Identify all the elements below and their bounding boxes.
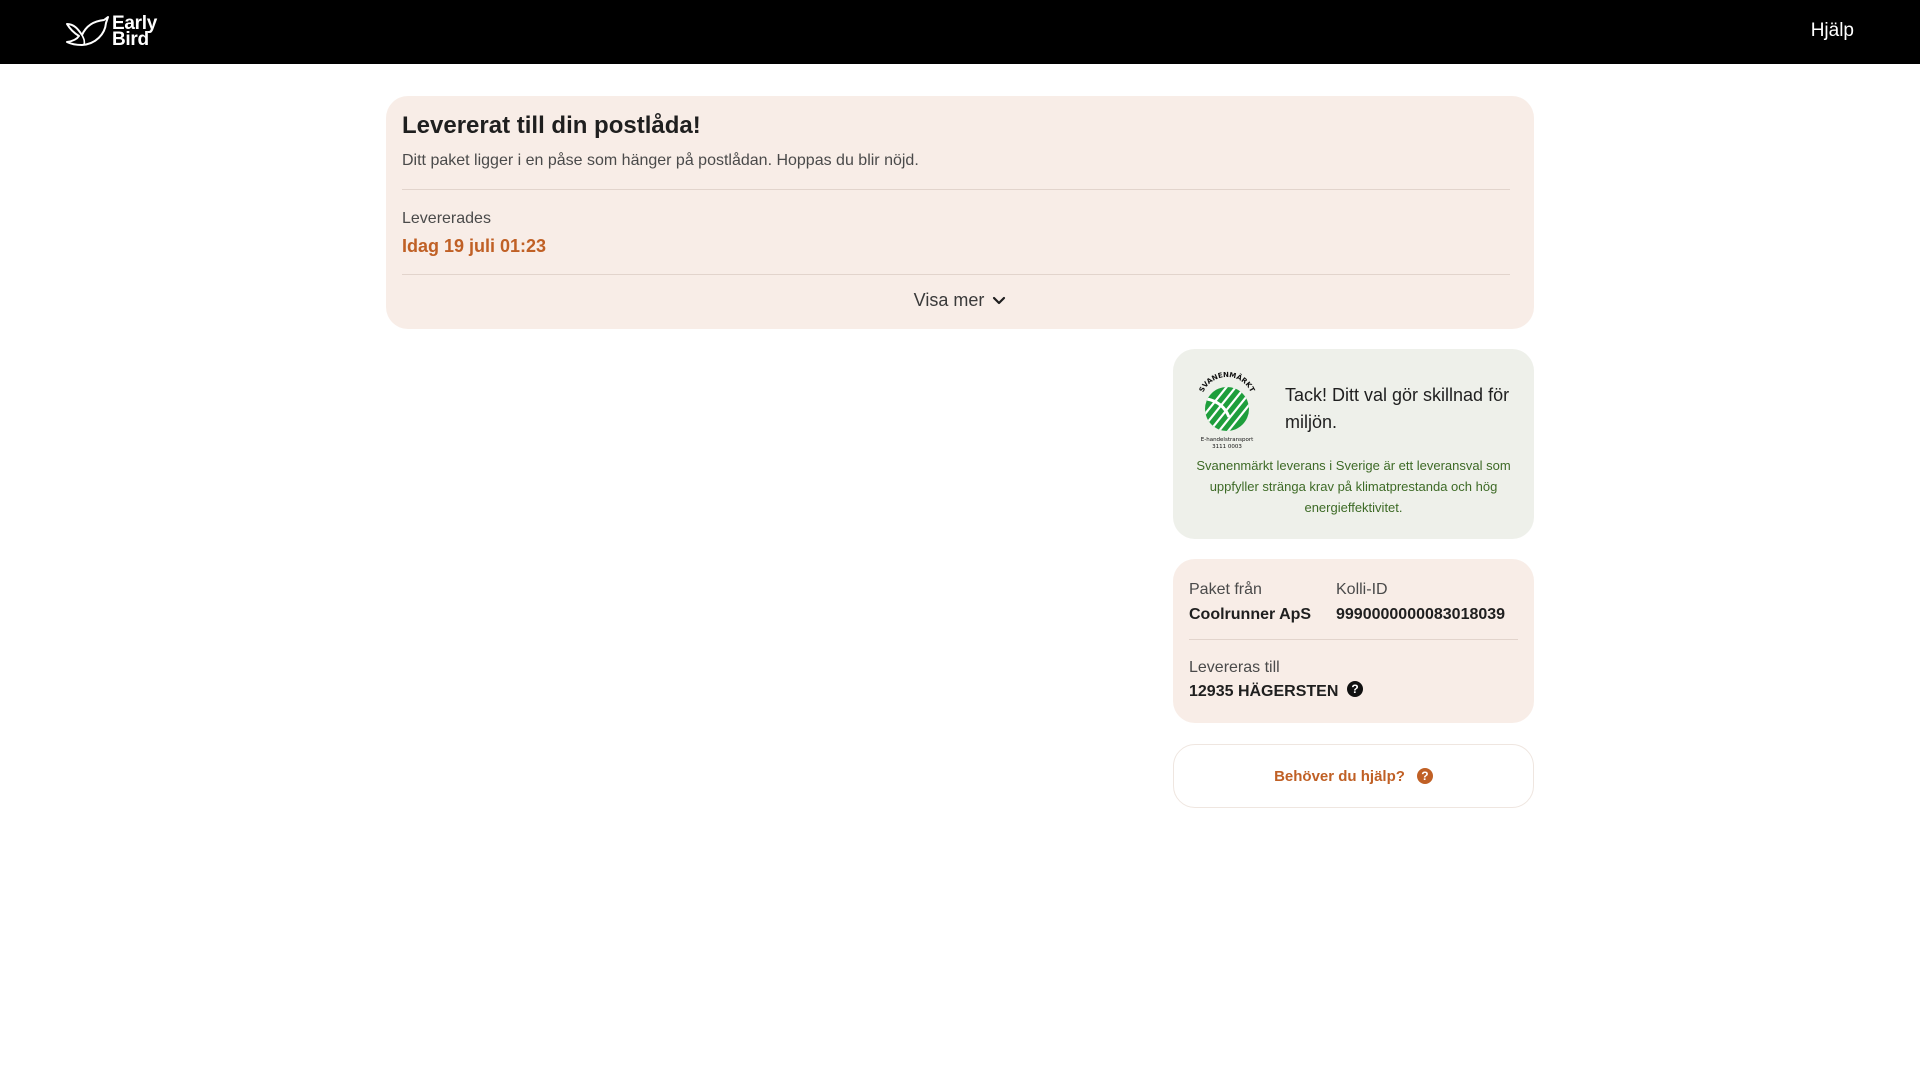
show-more-button[interactable]: Visa mer [386,290,1534,311]
need-help-button[interactable]: Behöver du hjälp? ? [1173,744,1534,808]
eco-title: Tack! Ditt val gör skillnad för miljön. [1285,385,1510,432]
sender-label: Paket från [1189,581,1262,598]
chevron-down-icon [993,297,1006,305]
delivery-status-card: Levererat till din postlåda! Ditt paket … [386,96,1534,329]
destination-label: Levereras till [1189,659,1280,676]
bird-icon [66,16,109,46]
parcel-info-card: Paket från Coolrunner ApS Kolli-ID 99900… [1173,559,1534,723]
eco-label-card: SVANENMÄRKT E-handelstransport 3111 0003… [1173,349,1534,539]
question-icon: ? [1416,768,1433,784]
logo-number: 3111 0003 [1212,444,1242,450]
logo-line-2: Bird [112,29,149,50]
destination-value: 12935 HÄGERSTEN [1189,683,1339,700]
eco-description: Svanenmärkt leverans i Sverige är ett le… [1196,458,1511,515]
info-divider [1189,639,1518,640]
top-navigation-bar: Early Bird Hjälp [0,0,1920,64]
need-help-label: Behöver du hjälp? [1274,767,1405,785]
status-subtitle: Ditt paket ligger i en påse som hänger p… [402,152,919,169]
status-title: Levererat till din postlåda! [402,112,701,139]
sender-value: Coolrunner ApS [1189,606,1312,623]
show-more-label: Visa mer [913,290,985,310]
svanen-ecolabel-logo: SVANENMÄRKT E-handelstransport 3111 0003 [1198,371,1257,450]
question-icon[interactable]: ? [1347,681,1363,697]
help-link[interactable]: Hjälp [1811,20,1854,42]
delivered-label: Levererades [402,210,491,227]
early-bird-logo[interactable]: Early Bird [64,12,157,52]
parcel-id-label: Kolli-ID [1336,581,1388,598]
logo-bottom-text: E-handelstransport [1201,437,1254,443]
delivered-date: Idag 19 juli 01:23 [402,236,547,256]
status-divider-2 [402,274,1510,275]
logo-wordmark: Early Bird [112,14,157,50]
status-divider-1 [402,189,1510,190]
parcel-id-value: 9990000000083018039 [1336,606,1506,623]
